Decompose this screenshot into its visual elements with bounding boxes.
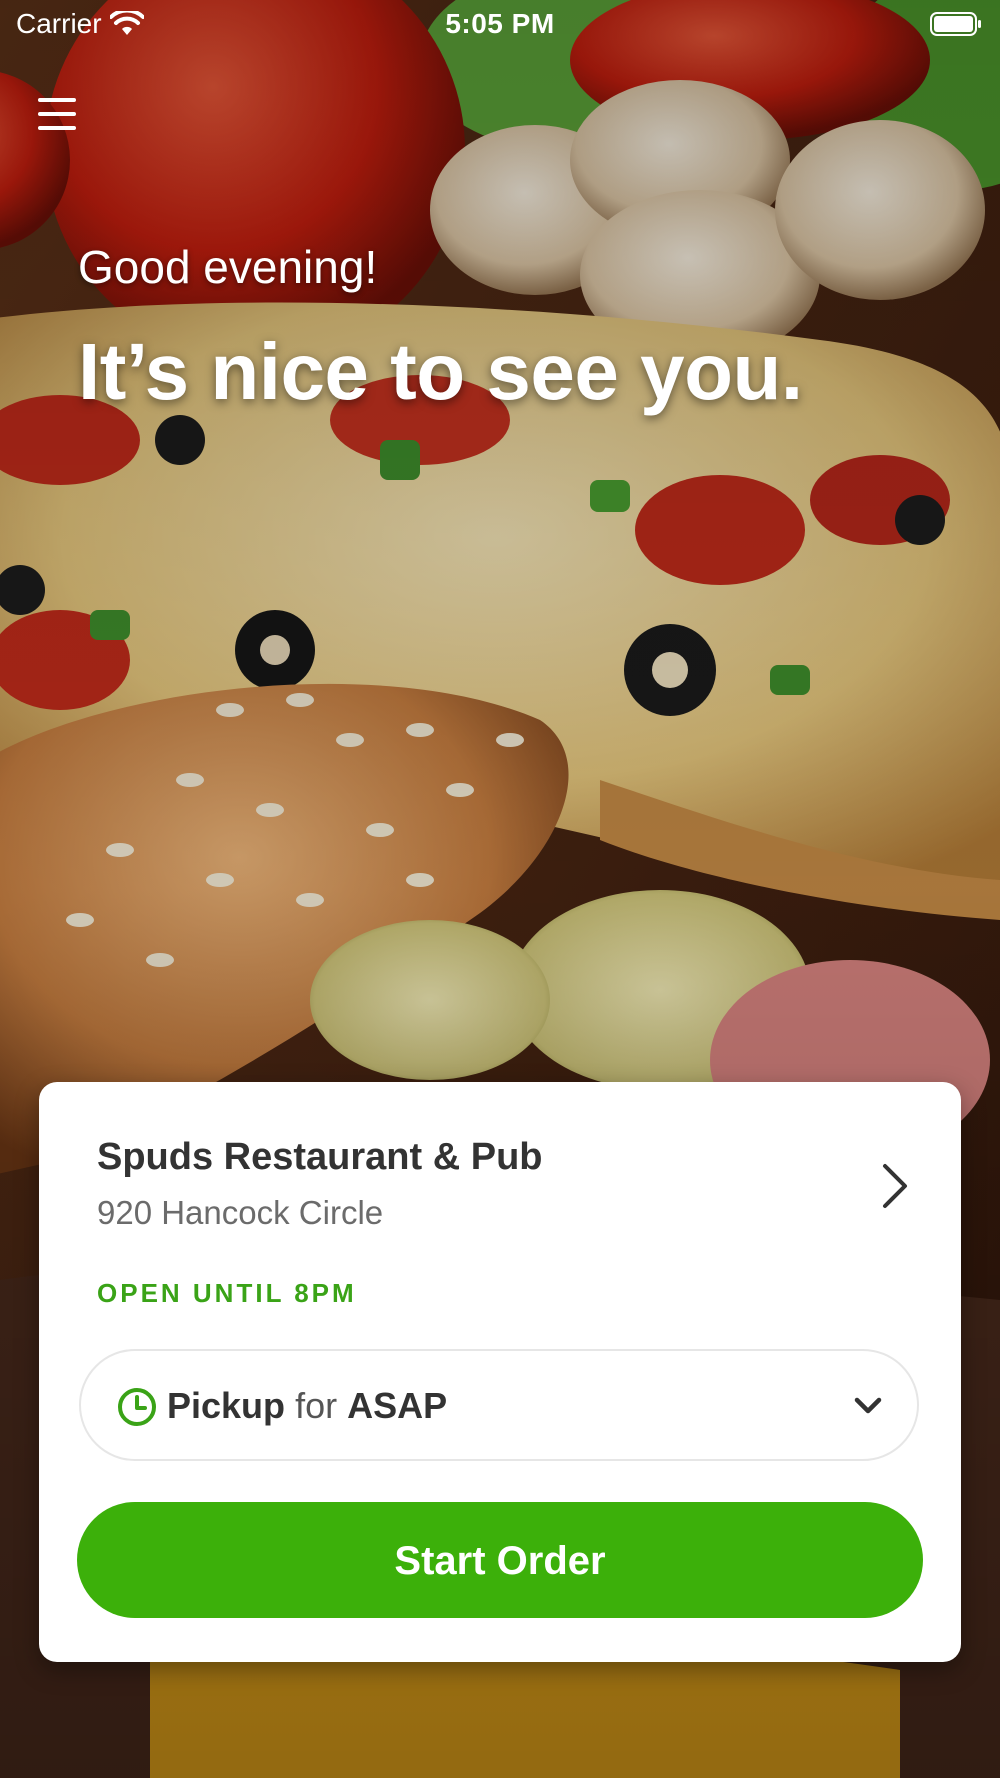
order-mode-connector: for xyxy=(295,1385,338,1426)
start-order-button[interactable]: Start Order xyxy=(77,1502,923,1618)
status-bar: Carrier 5:05 PM xyxy=(0,0,1000,50)
status-time: 5:05 PM xyxy=(445,8,555,39)
location-card: Spuds Restaurant & Pub 920 Hancock Circl… xyxy=(39,1082,961,1662)
restaurant-address: 920 Hancock Circle xyxy=(97,1194,384,1231)
order-mode-label: Pickup for ASAP xyxy=(167,1385,447,1427)
chevron-down-icon xyxy=(854,1397,882,1414)
order-mode-type: Pickup xyxy=(167,1385,286,1426)
clock-icon xyxy=(118,1388,156,1426)
hours-status-badge: OPEN UNTIL 8PM xyxy=(97,1278,357,1308)
restaurant-name: Spuds Restaurant & Pub xyxy=(97,1136,543,1178)
hamburger-menu-icon[interactable] xyxy=(30,88,86,144)
chevron-right-icon xyxy=(883,1164,907,1208)
welcome-headline: It’s nice to see you. xyxy=(78,327,803,416)
order-mode-time: ASAP xyxy=(347,1385,448,1426)
battery-icon xyxy=(930,12,981,36)
order-mode-dropdown[interactable]: Pickup for ASAP xyxy=(79,1349,919,1461)
greeting-text: Good evening! xyxy=(78,241,378,293)
restaurant-selector[interactable]: Spuds Restaurant & Pub 920 Hancock Circl… xyxy=(39,1082,961,1252)
